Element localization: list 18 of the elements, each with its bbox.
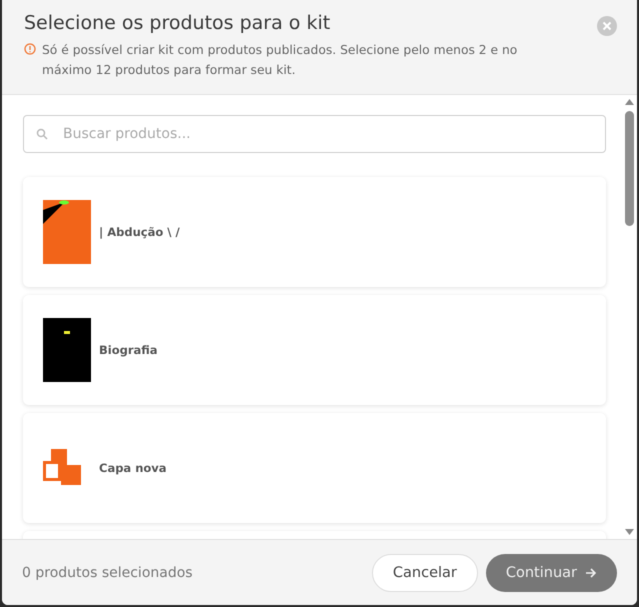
- scrollbar-thumb[interactable]: [624, 111, 634, 226]
- cancel-button[interactable]: Cancelar: [372, 554, 478, 592]
- close-icon[interactable]: [597, 16, 617, 36]
- scroll-up-icon[interactable]: [624, 99, 634, 105]
- arrow-icon: [585, 566, 597, 578]
- scroll-down-icon[interactable]: [624, 529, 634, 535]
- product-name: Capa nova: [99, 461, 167, 475]
- search-field[interactable]: Buscar produtos...: [23, 115, 606, 153]
- product-card[interactable]: Biografia: [23, 295, 606, 405]
- product-card[interactable]: | Abdução \ /: [23, 177, 606, 287]
- product-name: | Abdução \ /: [99, 225, 180, 239]
- dialog-title: Selecione os produtos para o kit: [24, 12, 332, 34]
- search-icon: [36, 128, 48, 140]
- info-icon: [24, 43, 36, 55]
- product-card[interactable]: Capa nova: [23, 413, 606, 523]
- notice-text: Só é possível criar kit com produtos publicados. Selecione pelo menos 2 e no máximo 12 produtos para formar seu kit.: [42, 42, 518, 79]
- selection-count: 0 produtos selecionados: [22, 564, 194, 580]
- product-name: Biografia: [99, 343, 158, 357]
